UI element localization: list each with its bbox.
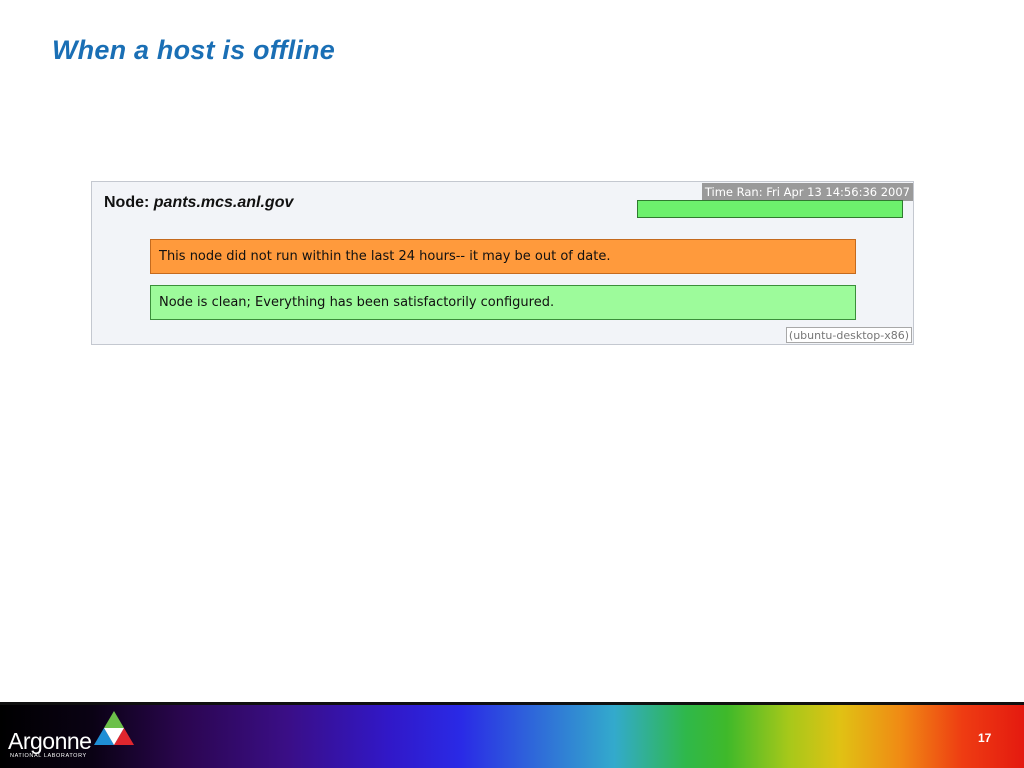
slide-title: When a host is offline <box>52 35 335 65</box>
node-label: Node: <box>104 194 150 211</box>
page-number: 17 <box>978 731 992 745</box>
logo-wordmark: Argonne <box>8 728 92 754</box>
argonne-logo: Argonne NATIONAL LABORATORY <box>8 711 138 763</box>
success-message: Node is clean; Everything has been satis… <box>150 285 856 320</box>
node-status-bar <box>637 200 903 218</box>
warning-message: This node did not run within the last 24… <box>150 239 856 274</box>
logo-subtitle: NATIONAL LABORATORY <box>10 753 87 759</box>
node-heading: Node: pants.mcs.anl.gov <box>104 194 293 212</box>
footer-gradient-bar <box>0 702 1024 768</box>
platform-label: (ubuntu-desktop-x86) <box>785 327 912 343</box>
time-ran-badge: Time Ran: Fri Apr 13 14:56:36 2007 <box>701 183 913 201</box>
node-panel: Node: pants.mcs.anl.gov Time Ran: Fri Ap… <box>91 181 914 345</box>
footer-divider <box>0 702 1024 705</box>
argonne-triangle-icon <box>94 711 134 745</box>
node-hostname[interactable]: pants.mcs.anl.gov <box>154 194 294 211</box>
